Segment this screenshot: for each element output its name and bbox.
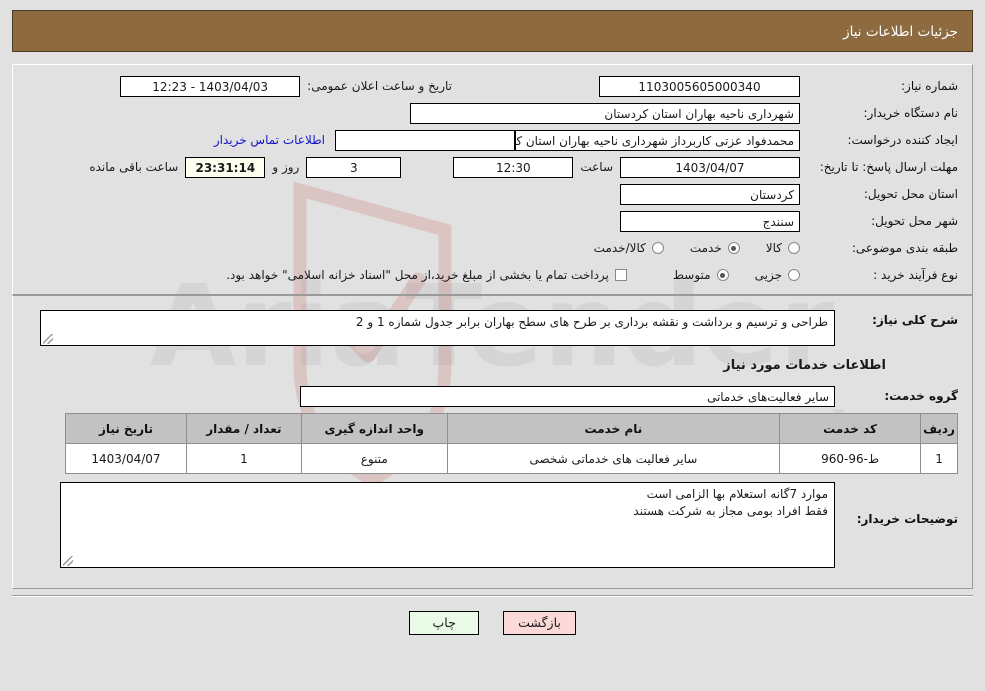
- th-need-date: تاریخ نیاز: [65, 413, 187, 444]
- buyer-org-label: نام دستگاه خریدار:: [863, 106, 959, 120]
- process-option-minor[interactable]: جزیی: [755, 268, 800, 282]
- radio-icon[interactable]: [788, 269, 800, 281]
- cell-service-code: ط-96-960: [779, 443, 922, 474]
- province-label: استان محل تحویل:: [863, 187, 958, 201]
- treasury-checkbox-label: پرداخت تمام یا بخشی از مبلغ خرید،از محل …: [226, 268, 609, 282]
- services-section-title: اطلاعات خدمات مورد نیاز: [723, 358, 886, 373]
- buyer-notes-textarea[interactable]: موارد 7گانه استعلام بها الزامی است فقط ا…: [60, 482, 835, 568]
- row-request-creator: ایجاد کننده درخواست: محمدفواد عزتی کاربر…: [27, 129, 958, 151]
- cell-service-name: سایر فعالیت های خدماتی شخصی: [446, 443, 781, 474]
- service-group-label: گروه خدمت:: [884, 389, 958, 403]
- treasury-checkbox-item[interactable]: پرداخت تمام یا بخشی از مبلغ خرید،از محل …: [226, 268, 627, 282]
- need-number-value: 1103005605000340: [599, 75, 800, 97]
- city-label: شهر محل تحویل:: [871, 214, 958, 228]
- hour-label: ساعت: [580, 160, 613, 174]
- page-title: جزئیات اطلاعات نیاز: [843, 24, 958, 40]
- services-table: ردیف کد خدمت نام خدمت واحد اندازه گیری ت…: [65, 413, 958, 474]
- creator-label: ایجاد کننده درخواست:: [847, 133, 958, 147]
- print-button[interactable]: چاپ: [409, 611, 480, 635]
- deadline-date-value: 1403/04/07: [620, 156, 800, 178]
- row-buyer-org: نام دستگاه خریدار: شهرداری ناحیه بهاران …: [27, 102, 958, 124]
- row-category: طبقه بندی موضوعی: کالا خدمت کالا/خدمت: [27, 237, 958, 259]
- row-purchase-process: نوع فرآیند خرید : جزیی متوسط پرداخت تمام…: [27, 264, 958, 286]
- remaining-text: ساعت باقی مانده: [89, 160, 179, 174]
- description-textarea[interactable]: طراحی و ترسیم و برداشت و نقشه برداری بر …: [40, 310, 835, 346]
- row-province: استان محل تحویل: کردستان: [27, 183, 958, 205]
- th-service-name: نام خدمت: [446, 413, 781, 444]
- buyer-notes-label: توضیحات خریدار:: [856, 512, 958, 526]
- buyer-notes-line-2: فقط افراد بومی مجاز به شرکت هستند: [633, 504, 828, 518]
- category-label: طبقه بندی موضوعی:: [851, 241, 958, 255]
- description-label: شرح کلی نیاز:: [872, 313, 958, 327]
- cell-quantity: 1: [185, 443, 302, 474]
- services-panel: شرح کلی نیاز: طراحی و ترسیم و برداشت و ن…: [12, 295, 973, 589]
- radio-icon[interactable]: [788, 242, 800, 254]
- page-header-bar: جزئیات اطلاعات نیاز: [12, 10, 973, 52]
- category-option-label: خدمت: [689, 241, 722, 255]
- row-buyer-notes: توضیحات خریدار: موارد 7گانه استعلام بها …: [27, 482, 958, 568]
- row-deadline: مهلت ارسال پاسخ: تا تاریخ: 1403/04/07 سا…: [27, 156, 958, 178]
- process-option-label: متوسط: [672, 268, 711, 282]
- radio-icon[interactable]: [651, 242, 664, 254]
- row-service-group: گروه خدمت: سایر فعالیت‌های خدماتی: [27, 385, 958, 407]
- th-radif: ردیف: [920, 413, 958, 444]
- footer-actions: بازگشت چاپ: [12, 611, 973, 635]
- buyer-contact-link[interactable]: اطلاعات تماس خریدار: [204, 133, 335, 147]
- process-option-label: جزیی: [754, 268, 782, 282]
- creator-extra-box: [335, 129, 515, 151]
- category-option-goods[interactable]: کالا: [766, 241, 800, 255]
- need-number-label: شماره نیاز:: [901, 79, 958, 93]
- buyer-org-value: شهرداری ناحیه بهاران استان کردستان: [410, 102, 800, 124]
- th-quantity: تعداد / مقدار: [185, 413, 302, 444]
- th-unit: واحد اندازه گیری: [300, 413, 448, 444]
- deadline-hour-value: 12:30: [453, 156, 574, 178]
- cell-unit: متنوع: [300, 443, 448, 474]
- remaining-days-value: 3: [306, 156, 402, 178]
- row-city: شهر محل تحویل: سنندج: [27, 210, 958, 232]
- table-header-row: ردیف کد خدمت نام خدمت واحد اندازه گیری ت…: [65, 413, 958, 444]
- province-value: کردستان: [620, 183, 800, 205]
- row-need-number: شماره نیاز: 1103005605000340 تاریخ و ساع…: [27, 75, 958, 97]
- category-option-label: کالا/خدمت: [593, 241, 646, 255]
- table-row: 1 ط-96-960 سایر فعالیت های خدماتی شخصی م…: [65, 443, 958, 474]
- service-group-value: سایر فعالیت‌های خدماتی: [300, 385, 835, 407]
- radio-icon-selected[interactable]: [716, 269, 729, 281]
- checkbox-icon[interactable]: [614, 269, 627, 281]
- th-service-code: کد خدمت: [779, 413, 922, 444]
- public-announce-value: 1403/04/03 - 12:23: [120, 75, 301, 97]
- category-option-goods-service[interactable]: کالا/خدمت: [594, 241, 664, 255]
- cell-radif: 1: [920, 443, 958, 474]
- remaining-time-value: 23:31:14: [185, 156, 266, 178]
- radio-icon-selected[interactable]: [727, 242, 740, 254]
- back-button[interactable]: بازگشت: [503, 611, 576, 635]
- public-announce-label: تاریخ و ساعت اعلان عمومی:: [307, 79, 452, 93]
- process-label: نوع فرآیند خرید :: [873, 268, 958, 282]
- creator-value: محمدفواد عزتی کاربرداز شهرداری ناحیه بها…: [515, 129, 800, 151]
- footer-divider: [12, 595, 973, 597]
- city-value: سنندج: [620, 210, 800, 232]
- need-info-panel: شماره نیاز: 1103005605000340 تاریخ و ساع…: [12, 64, 973, 295]
- process-option-medium[interactable]: متوسط: [673, 268, 729, 282]
- category-option-label: کالا: [765, 241, 782, 255]
- process-radio-group: جزیی متوسط: [647, 268, 800, 282]
- row-description: شرح کلی نیاز: طراحی و ترسیم و برداشت و ن…: [27, 310, 958, 346]
- buyer-notes-line-1: موارد 7گانه استعلام بها الزامی است: [646, 487, 828, 501]
- cell-need-date: 1403/04/07: [65, 443, 187, 474]
- category-option-service[interactable]: خدمت: [690, 241, 740, 255]
- category-radio-group: کالا خدمت کالا/خدمت: [568, 241, 800, 255]
- days-text: روز و: [272, 160, 300, 174]
- deadline-label: مهلت ارسال پاسخ: تا تاریخ:: [819, 160, 958, 174]
